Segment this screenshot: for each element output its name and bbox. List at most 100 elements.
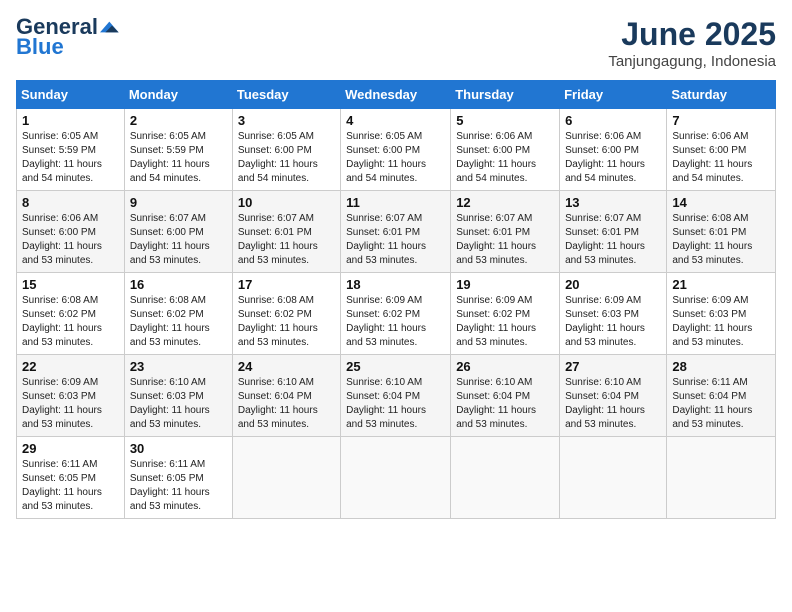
- day-number: 6: [565, 113, 661, 128]
- logo-icon: [100, 17, 120, 37]
- calendar-day-cell: 23 Sunrise: 6:10 AM Sunset: 6:03 PM Dayl…: [124, 355, 232, 437]
- calendar-day-cell: 25 Sunrise: 6:10 AM Sunset: 6:04 PM Dayl…: [341, 355, 451, 437]
- day-info: Sunrise: 6:07 AM Sunset: 6:01 PM Dayligh…: [238, 212, 335, 268]
- weekday-header-thursday: Thursday: [451, 81, 560, 109]
- calendar-day-cell: 15 Sunrise: 6:08 AM Sunset: 6:02 PM Dayl…: [17, 273, 125, 355]
- day-number: 12: [456, 195, 554, 210]
- day-info: Sunrise: 6:05 AM Sunset: 5:59 PM Dayligh…: [22, 130, 119, 186]
- empty-cell: [232, 437, 340, 519]
- day-number: 20: [565, 277, 661, 292]
- weekday-header-row: SundayMondayTuesdayWednesdayThursdayFrid…: [17, 81, 776, 109]
- day-number: 22: [22, 359, 119, 374]
- calendar-week-row: 8 Sunrise: 6:06 AM Sunset: 6:00 PM Dayli…: [17, 191, 776, 273]
- calendar-day-cell: 9 Sunrise: 6:07 AM Sunset: 6:00 PM Dayli…: [124, 191, 232, 273]
- calendar-day-cell: 1 Sunrise: 6:05 AM Sunset: 5:59 PM Dayli…: [17, 109, 125, 191]
- day-info: Sunrise: 6:09 AM Sunset: 6:03 PM Dayligh…: [22, 376, 119, 432]
- day-number: 27: [565, 359, 661, 374]
- day-number: 9: [130, 195, 227, 210]
- calendar-week-row: 22 Sunrise: 6:09 AM Sunset: 6:03 PM Dayl…: [17, 355, 776, 437]
- day-number: 21: [672, 277, 770, 292]
- day-info: Sunrise: 6:06 AM Sunset: 6:00 PM Dayligh…: [672, 130, 770, 186]
- page-header: General Blue June 2025 Tanjungagung, Ind…: [16, 16, 776, 70]
- calendar-day-cell: 11 Sunrise: 6:07 AM Sunset: 6:01 PM Dayl…: [341, 191, 451, 273]
- day-info: Sunrise: 6:10 AM Sunset: 6:04 PM Dayligh…: [565, 376, 661, 432]
- day-info: Sunrise: 6:10 AM Sunset: 6:04 PM Dayligh…: [456, 376, 554, 432]
- day-number: 26: [456, 359, 554, 374]
- day-number: 1: [22, 113, 119, 128]
- day-number: 29: [22, 441, 119, 456]
- day-number: 19: [456, 277, 554, 292]
- title-block: June 2025 Tanjungagung, Indonesia: [608, 16, 776, 70]
- calendar-day-cell: 10 Sunrise: 6:07 AM Sunset: 6:01 PM Dayl…: [232, 191, 340, 273]
- day-number: 28: [672, 359, 770, 374]
- day-info: Sunrise: 6:10 AM Sunset: 6:03 PM Dayligh…: [130, 376, 227, 432]
- day-info: Sunrise: 6:09 AM Sunset: 6:03 PM Dayligh…: [565, 294, 661, 350]
- calendar-day-cell: 26 Sunrise: 6:10 AM Sunset: 6:04 PM Dayl…: [451, 355, 560, 437]
- calendar-table: SundayMondayTuesdayWednesdayThursdayFrid…: [16, 80, 776, 519]
- calendar-day-cell: 22 Sunrise: 6:09 AM Sunset: 6:03 PM Dayl…: [17, 355, 125, 437]
- day-info: Sunrise: 6:09 AM Sunset: 6:02 PM Dayligh…: [456, 294, 554, 350]
- calendar-day-cell: 21 Sunrise: 6:09 AM Sunset: 6:03 PM Dayl…: [667, 273, 776, 355]
- day-number: 4: [346, 113, 445, 128]
- calendar-day-cell: 17 Sunrise: 6:08 AM Sunset: 6:02 PM Dayl…: [232, 273, 340, 355]
- day-number: 18: [346, 277, 445, 292]
- day-info: Sunrise: 6:05 AM Sunset: 6:00 PM Dayligh…: [346, 130, 445, 186]
- day-info: Sunrise: 6:11 AM Sunset: 6:05 PM Dayligh…: [130, 458, 227, 514]
- day-number: 17: [238, 277, 335, 292]
- logo: General Blue: [16, 16, 120, 60]
- month-title: June 2025: [608, 16, 776, 53]
- day-info: Sunrise: 6:05 AM Sunset: 6:00 PM Dayligh…: [238, 130, 335, 186]
- calendar-day-cell: 4 Sunrise: 6:05 AM Sunset: 6:00 PM Dayli…: [341, 109, 451, 191]
- logo-blue-text: Blue: [16, 34, 64, 60]
- day-number: 7: [672, 113, 770, 128]
- weekday-header-sunday: Sunday: [17, 81, 125, 109]
- day-number: 16: [130, 277, 227, 292]
- weekday-header-saturday: Saturday: [667, 81, 776, 109]
- day-info: Sunrise: 6:10 AM Sunset: 6:04 PM Dayligh…: [346, 376, 445, 432]
- calendar-day-cell: 2 Sunrise: 6:05 AM Sunset: 5:59 PM Dayli…: [124, 109, 232, 191]
- day-info: Sunrise: 6:06 AM Sunset: 6:00 PM Dayligh…: [565, 130, 661, 186]
- calendar-day-cell: 7 Sunrise: 6:06 AM Sunset: 6:00 PM Dayli…: [667, 109, 776, 191]
- calendar-day-cell: 24 Sunrise: 6:10 AM Sunset: 6:04 PM Dayl…: [232, 355, 340, 437]
- calendar-week-row: 29 Sunrise: 6:11 AM Sunset: 6:05 PM Dayl…: [17, 437, 776, 519]
- day-info: Sunrise: 6:11 AM Sunset: 6:05 PM Dayligh…: [22, 458, 119, 514]
- weekday-header-monday: Monday: [124, 81, 232, 109]
- weekday-header-tuesday: Tuesday: [232, 81, 340, 109]
- calendar-day-cell: 8 Sunrise: 6:06 AM Sunset: 6:00 PM Dayli…: [17, 191, 125, 273]
- day-number: 23: [130, 359, 227, 374]
- calendar-day-cell: 5 Sunrise: 6:06 AM Sunset: 6:00 PM Dayli…: [451, 109, 560, 191]
- day-info: Sunrise: 6:11 AM Sunset: 6:04 PM Dayligh…: [672, 376, 770, 432]
- day-number: 13: [565, 195, 661, 210]
- day-number: 10: [238, 195, 335, 210]
- day-number: 5: [456, 113, 554, 128]
- day-info: Sunrise: 6:07 AM Sunset: 6:00 PM Dayligh…: [130, 212, 227, 268]
- calendar-day-cell: 29 Sunrise: 6:11 AM Sunset: 6:05 PM Dayl…: [17, 437, 125, 519]
- day-info: Sunrise: 6:07 AM Sunset: 6:01 PM Dayligh…: [346, 212, 445, 268]
- calendar-day-cell: 3 Sunrise: 6:05 AM Sunset: 6:00 PM Dayli…: [232, 109, 340, 191]
- day-info: Sunrise: 6:06 AM Sunset: 6:00 PM Dayligh…: [456, 130, 554, 186]
- weekday-header-friday: Friday: [560, 81, 667, 109]
- calendar-day-cell: 16 Sunrise: 6:08 AM Sunset: 6:02 PM Dayl…: [124, 273, 232, 355]
- day-info: Sunrise: 6:05 AM Sunset: 5:59 PM Dayligh…: [130, 130, 227, 186]
- day-number: 3: [238, 113, 335, 128]
- day-info: Sunrise: 6:10 AM Sunset: 6:04 PM Dayligh…: [238, 376, 335, 432]
- calendar-day-cell: 30 Sunrise: 6:11 AM Sunset: 6:05 PM Dayl…: [124, 437, 232, 519]
- calendar-day-cell: 28 Sunrise: 6:11 AM Sunset: 6:04 PM Dayl…: [667, 355, 776, 437]
- calendar-day-cell: 14 Sunrise: 6:08 AM Sunset: 6:01 PM Dayl…: [667, 191, 776, 273]
- calendar-day-cell: 20 Sunrise: 6:09 AM Sunset: 6:03 PM Dayl…: [560, 273, 667, 355]
- weekday-header-wednesday: Wednesday: [341, 81, 451, 109]
- empty-cell: [667, 437, 776, 519]
- calendar-day-cell: 27 Sunrise: 6:10 AM Sunset: 6:04 PM Dayl…: [560, 355, 667, 437]
- location-text: Tanjungagung, Indonesia: [608, 53, 776, 70]
- day-number: 14: [672, 195, 770, 210]
- day-number: 2: [130, 113, 227, 128]
- calendar-day-cell: 12 Sunrise: 6:07 AM Sunset: 6:01 PM Dayl…: [451, 191, 560, 273]
- day-number: 8: [22, 195, 119, 210]
- day-info: Sunrise: 6:08 AM Sunset: 6:02 PM Dayligh…: [130, 294, 227, 350]
- calendar-day-cell: 18 Sunrise: 6:09 AM Sunset: 6:02 PM Dayl…: [341, 273, 451, 355]
- empty-cell: [451, 437, 560, 519]
- calendar-day-cell: 6 Sunrise: 6:06 AM Sunset: 6:00 PM Dayli…: [560, 109, 667, 191]
- day-number: 24: [238, 359, 335, 374]
- empty-cell: [341, 437, 451, 519]
- day-info: Sunrise: 6:09 AM Sunset: 6:02 PM Dayligh…: [346, 294, 445, 350]
